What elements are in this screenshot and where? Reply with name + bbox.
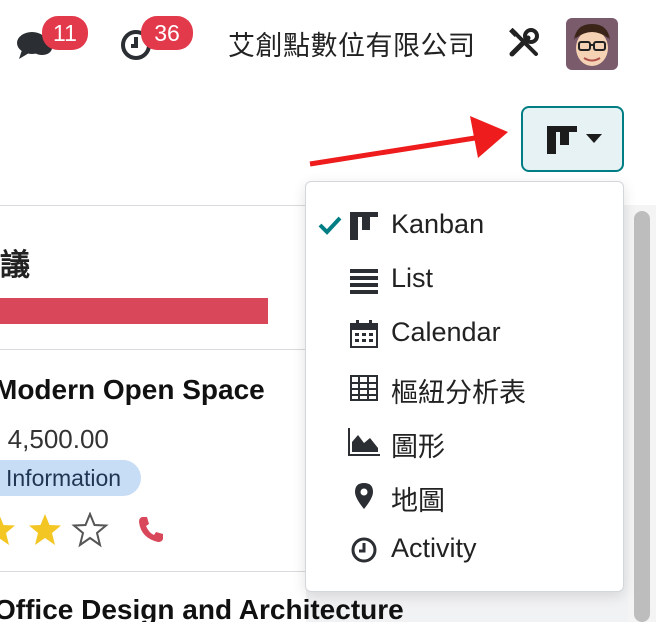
menu-item-label: 樞紐分析表: [391, 378, 526, 408]
card-title: Office Design and Architecture: [0, 594, 404, 622]
kanban-icon: [350, 212, 378, 240]
menu-item-label: Activity: [391, 533, 477, 563]
menu-item-pivot[interactable]: 樞紐分析表: [306, 360, 623, 414]
menu-item-label: List: [391, 263, 434, 293]
view-switcher-button[interactable]: [521, 106, 624, 172]
menu-item-label: 圖形: [391, 432, 445, 462]
column-title: 議: [0, 248, 30, 283]
priority-stars[interactable]: [0, 512, 112, 550]
card-amount: $ 4,500.00: [0, 424, 109, 454]
messages-count-badge: 11: [42, 16, 88, 50]
card-tag: Information: [0, 460, 142, 496]
kanban-icon: [547, 126, 577, 154]
caret-down-icon: [586, 134, 602, 143]
phone-icon[interactable]: [136, 514, 166, 544]
company-switcher[interactable]: 艾創點數位有限公司: [228, 24, 476, 63]
menu-item-list[interactable]: List: [306, 252, 623, 306]
avatar-image: [566, 18, 618, 70]
checkmark-icon: [318, 216, 342, 235]
user-avatar[interactable]: [566, 18, 618, 70]
menu-item-graph[interactable]: 圖形: [306, 414, 623, 468]
menu-item-label: 地圖: [391, 486, 445, 516]
menu-item-label: Calendar: [391, 317, 501, 347]
menu-item-calendar[interactable]: Calendar: [306, 306, 623, 360]
clock-icon: [351, 537, 377, 563]
pivot-table-icon: [350, 375, 378, 401]
star-filled-icon: [29, 514, 61, 545]
tools-icon: [509, 27, 539, 57]
star-filled-icon: [0, 516, 15, 545]
menu-item-map[interactable]: 地圖: [306, 468, 623, 522]
menu-item-label: Kanban: [391, 209, 485, 239]
star-empty-icon: [71, 512, 109, 548]
scrollbar-thumb[interactable]: [634, 211, 650, 622]
area-chart-icon: [348, 428, 380, 456]
top-navbar: 11 36 艾創點數位有限公司: [0, 0, 656, 90]
menu-item-activity[interactable]: Activity: [306, 522, 623, 576]
activities-count-badge: 36: [141, 16, 193, 50]
list-icon: [350, 269, 378, 294]
card-title: Modern Open Space: [0, 374, 265, 405]
map-marker-icon: [355, 483, 373, 509]
column-progress-bar[interactable]: [0, 298, 268, 324]
annotation-arrow: [309, 116, 508, 167]
debug-tools-button[interactable]: [508, 27, 540, 60]
menu-item-kanban[interactable]: Kanban: [306, 198, 623, 252]
calendar-icon: [350, 320, 378, 348]
view-switcher-menu: Kanban List Calendar 樞紐分析表 圖形 地圖 Activit…: [305, 181, 624, 592]
